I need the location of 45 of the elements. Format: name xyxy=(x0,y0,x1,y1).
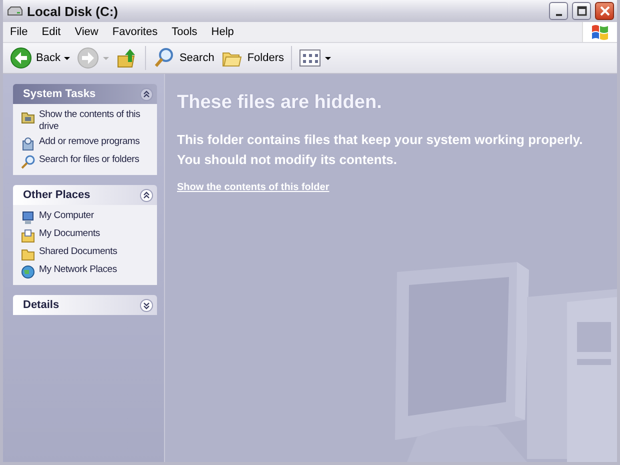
programs-icon xyxy=(21,137,35,151)
panel-title: Details xyxy=(23,299,60,311)
menu-item[interactable]: View xyxy=(68,24,106,40)
menu-item[interactable]: Favorites xyxy=(105,24,165,40)
minimize-icon xyxy=(556,14,562,16)
task-link[interactable]: Search for files or folders xyxy=(21,154,153,169)
minimize-button[interactable] xyxy=(549,2,568,20)
menu-item[interactable]: Tools xyxy=(164,24,204,40)
search-button[interactable]: Search xyxy=(150,45,218,71)
panel-header[interactable]: System Tasks xyxy=(13,84,157,104)
menu-item[interactable]: File xyxy=(3,24,35,40)
panel-title: Other Places xyxy=(23,189,90,201)
folder-icon xyxy=(21,247,35,261)
folders-button[interactable]: Folders xyxy=(218,45,288,71)
computer-icon xyxy=(21,211,35,225)
folder-icon xyxy=(21,110,35,124)
maximize-button[interactable] xyxy=(572,2,591,20)
panel-title: System Tasks xyxy=(23,88,96,100)
task-link[interactable]: My Computer xyxy=(21,210,153,225)
expand-chevron-icon[interactable] xyxy=(140,298,153,312)
search-icon xyxy=(153,47,176,69)
task-link[interactable]: My Documents xyxy=(21,228,153,243)
network-globe-icon xyxy=(21,265,35,279)
close-button[interactable] xyxy=(595,2,614,20)
views-icon xyxy=(299,49,322,67)
maximize-icon xyxy=(576,6,586,16)
message-text: You should not modify its contents. xyxy=(177,151,398,169)
back-button[interactable]: Back xyxy=(7,45,74,71)
close-icon xyxy=(600,6,610,16)
search-icon xyxy=(21,155,35,169)
documents-folder-icon xyxy=(21,229,35,243)
panel-header[interactable]: Other Places xyxy=(13,185,157,205)
message-text: This folder contains files that keep your system working properly. xyxy=(177,131,584,149)
task-link[interactable]: Show the contents of this drive xyxy=(21,109,153,133)
task-link[interactable]: Add or remove programs xyxy=(21,136,153,151)
message-title: These files are hidden. xyxy=(177,92,383,114)
collapse-chevron-icon[interactable] xyxy=(140,188,153,202)
drive-icon xyxy=(7,5,23,17)
collapse-chevron-icon[interactable] xyxy=(140,88,153,100)
menu-item[interactable]: Edit xyxy=(34,24,68,40)
task-link[interactable]: My Network Places xyxy=(21,264,153,279)
window-title: Local Disk (C:) xyxy=(27,4,120,18)
panel-header[interactable]: Details xyxy=(13,295,157,315)
menu-item[interactable]: Help xyxy=(204,24,241,40)
task-link[interactable]: Shared Documents xyxy=(21,246,153,261)
